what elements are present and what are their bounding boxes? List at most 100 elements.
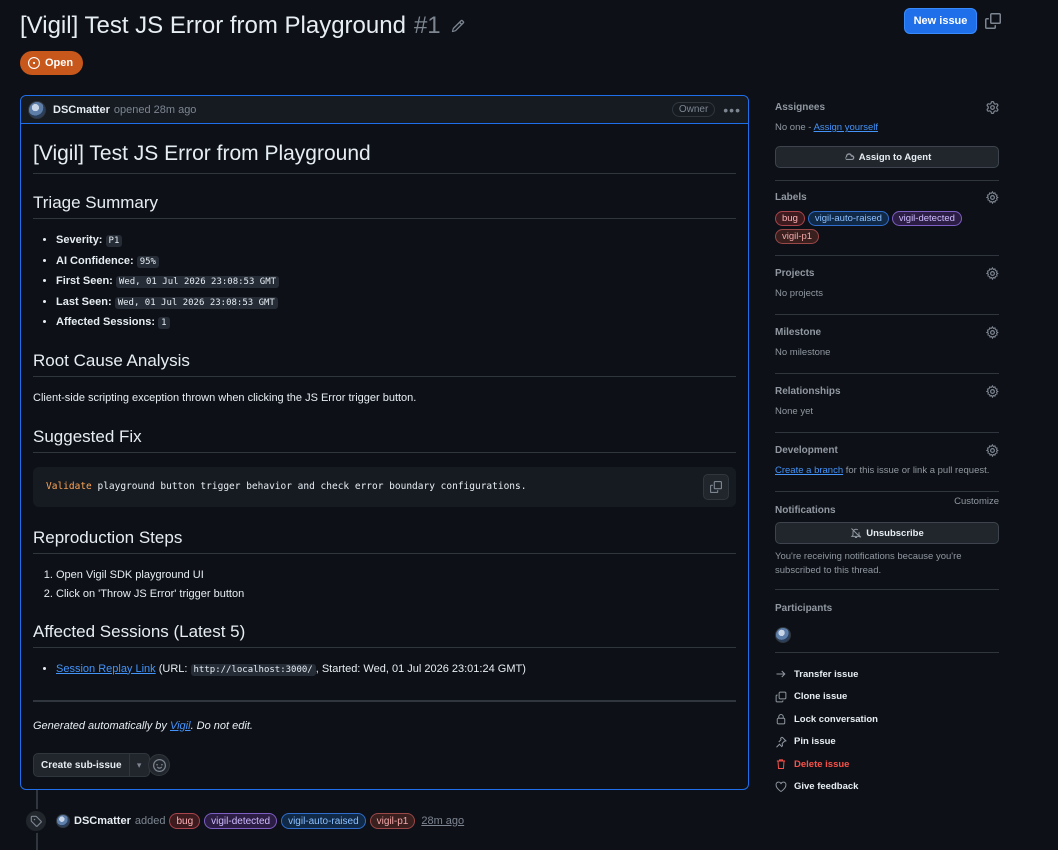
chevron-down-icon[interactable]: ▾ — [129, 753, 150, 777]
event-time[interactable]: 28m ago — [421, 815, 464, 827]
clone-issue-button[interactable]: Clone issue — [775, 686, 999, 709]
labels-title: Labels — [775, 191, 807, 203]
create-sub-issue-button-group: Create sub-issue ▾ — [33, 753, 150, 777]
repro-list: Open Vigil SDK playground UI Click on 'T… — [56, 566, 736, 605]
footer-note: Generated automatically by Vigil. Do not… — [33, 720, 736, 732]
comment-author[interactable]: DSCmatter — [53, 104, 110, 116]
projects-section: Projects No projects — [775, 256, 999, 315]
list-item: Open Vigil SDK playground UI — [56, 566, 736, 586]
labels-list: bug vigil-auto-raised vigil-detected vig… — [775, 211, 999, 244]
issue-title: [Vigil] Test JS Error from Playground — [20, 12, 406, 39]
issue-open-icon — [28, 57, 40, 69]
session-url: http://localhost:3000/ — [190, 663, 316, 676]
delete-issue-button[interactable]: Delete issue — [775, 753, 999, 776]
code-text: playground button trigger behavior and c… — [91, 481, 527, 492]
development-value: Create a branch for this issue or link a… — [775, 463, 999, 478]
milestone-section: Milestone No milestone — [775, 315, 999, 374]
triage-value: 95% — [136, 255, 159, 268]
notifications-section: Notifications Customize Unsubscribe You'… — [775, 492, 999, 590]
gear-icon[interactable] — [986, 100, 999, 114]
comment-meta[interactable]: opened 28m ago — [114, 104, 197, 116]
timeline-label-event: DSCmatter added bug vigil-detected vigil… — [24, 808, 744, 834]
label-vigil-auto-raised[interactable]: vigil-auto-raised — [807, 211, 889, 226]
avatar[interactable] — [775, 627, 791, 643]
issue-number: #1 — [413, 12, 441, 39]
triage-value: Wed, 01 Jul 2026 23:08:53 GMT — [115, 276, 280, 288]
copy-icon — [710, 480, 722, 493]
assign-to-agent-button[interactable]: Assign to Agent — [775, 146, 999, 168]
new-issue-button[interactable]: New issue — [904, 8, 977, 34]
label-vigil-p1[interactable]: vigil-p1 — [775, 229, 820, 244]
projects-header[interactable]: Projects — [775, 263, 999, 283]
avatar[interactable] — [56, 814, 70, 828]
pencil-icon[interactable] — [451, 19, 465, 33]
gear-icon[interactable] — [986, 325, 999, 339]
divider — [33, 700, 736, 702]
lock-conversation-button[interactable]: Lock conversation — [775, 708, 999, 731]
list-item: Severity: P1 — [56, 231, 736, 252]
milestone-header[interactable]: Milestone — [775, 322, 999, 342]
code-block: Validate playground button trigger behav… — [33, 466, 736, 507]
triage-key: First Seen: — [56, 275, 113, 287]
code-keyword: Validate — [46, 481, 92, 492]
list-item: Session Replay Link (URL: http://localho… — [56, 660, 736, 681]
label-bug[interactable]: bug — [169, 813, 201, 829]
session-replay-link[interactable]: Session Replay Link — [56, 663, 156, 675]
label-vigil-auto-raised[interactable]: vigil-auto-raised — [281, 813, 366, 829]
pin-issue-button[interactable]: Pin issue — [775, 731, 999, 754]
tag-icon — [24, 809, 48, 833]
list-item: Last Seen: Wed, 01 Jul 2026 23:08:53 GMT — [56, 293, 736, 314]
sessions-heading: Affected Sessions (Latest 5) — [33, 622, 736, 648]
assignees-value: No one - Assign yourself — [775, 120, 999, 135]
list-item: First Seen: Wed, 01 Jul 2026 23:08:53 GM… — [56, 272, 736, 293]
add-reaction-button[interactable] — [148, 754, 170, 776]
give-feedback-button[interactable]: Give feedback — [775, 776, 999, 799]
create-sub-issue-button[interactable]: Create sub-issue — [33, 753, 130, 777]
event-action: added — [134, 815, 166, 827]
gear-icon[interactable] — [986, 266, 999, 280]
triage-key: AI Confidence: — [56, 254, 134, 267]
triage-key: Last Seen: — [56, 295, 112, 308]
list-item: Click on 'Throw JS Error' trigger button — [56, 585, 736, 605]
relationships-header[interactable]: Relationships — [775, 381, 999, 401]
development-header[interactable]: Development — [775, 440, 999, 460]
notifications-text: You're receiving notifications because y… — [775, 551, 962, 576]
unsubscribe-label: Unsubscribe — [866, 527, 924, 539]
trash-icon — [776, 759, 786, 770]
event-author[interactable]: DSCmatter — [74, 815, 131, 827]
repro-heading: Reproduction Steps — [33, 528, 736, 554]
kebab-menu-icon[interactable]: ••• — [723, 102, 741, 118]
pin-icon — [776, 736, 787, 748]
create-branch-link[interactable]: Create a branch — [775, 465, 843, 476]
triage-key: Affected Sessions: — [56, 316, 156, 328]
unsubscribe-button[interactable]: Unsubscribe — [775, 522, 999, 544]
avatar[interactable] — [28, 100, 46, 119]
state-label: Open — [45, 57, 74, 69]
session-suffix: , Started: Wed, 01 Jul 2026 23:01:24 GMT… — [315, 662, 526, 675]
gear-icon[interactable] — [986, 384, 999, 398]
bell-slash-icon — [850, 528, 862, 538]
comment-body: [Vigil] Test JS Error from Playground Tr… — [21, 142, 748, 732]
label-vigil-p1[interactable]: vigil-p1 — [369, 813, 416, 829]
vigil-link[interactable]: Vigil — [170, 720, 191, 732]
customize-link[interactable]: Customize — [954, 496, 999, 507]
triage-heading: Triage Summary — [33, 193, 736, 219]
development-title: Development — [775, 444, 838, 456]
footer-prefix: Generated automatically by — [33, 720, 170, 732]
label-bug[interactable]: bug — [775, 211, 805, 226]
participants-title: Participants — [775, 602, 833, 614]
triage-list: Severity: P1 AI Confidence: 95% First Se… — [56, 231, 736, 334]
label-vigil-detected[interactable]: vigil-detected — [204, 813, 278, 829]
sidebar: Assignees No one - Assign yourself Assig… — [775, 97, 999, 653]
copy-code-button[interactable] — [703, 473, 729, 500]
gear-icon[interactable] — [986, 443, 999, 457]
development-text: for this issue or link a pull request. — [843, 465, 990, 476]
development-section: Development Create a branch for this iss… — [775, 433, 999, 492]
copy-icon[interactable] — [985, 13, 1001, 29]
assignees-header[interactable]: Assignees — [775, 97, 999, 117]
transfer-issue-button[interactable]: Transfer issue — [775, 663, 999, 686]
label-vigil-detected[interactable]: vigil-detected — [891, 211, 962, 226]
labels-header[interactable]: Labels — [775, 187, 999, 207]
gear-icon[interactable] — [986, 190, 999, 204]
assign-yourself-link[interactable]: Assign yourself — [814, 122, 878, 133]
